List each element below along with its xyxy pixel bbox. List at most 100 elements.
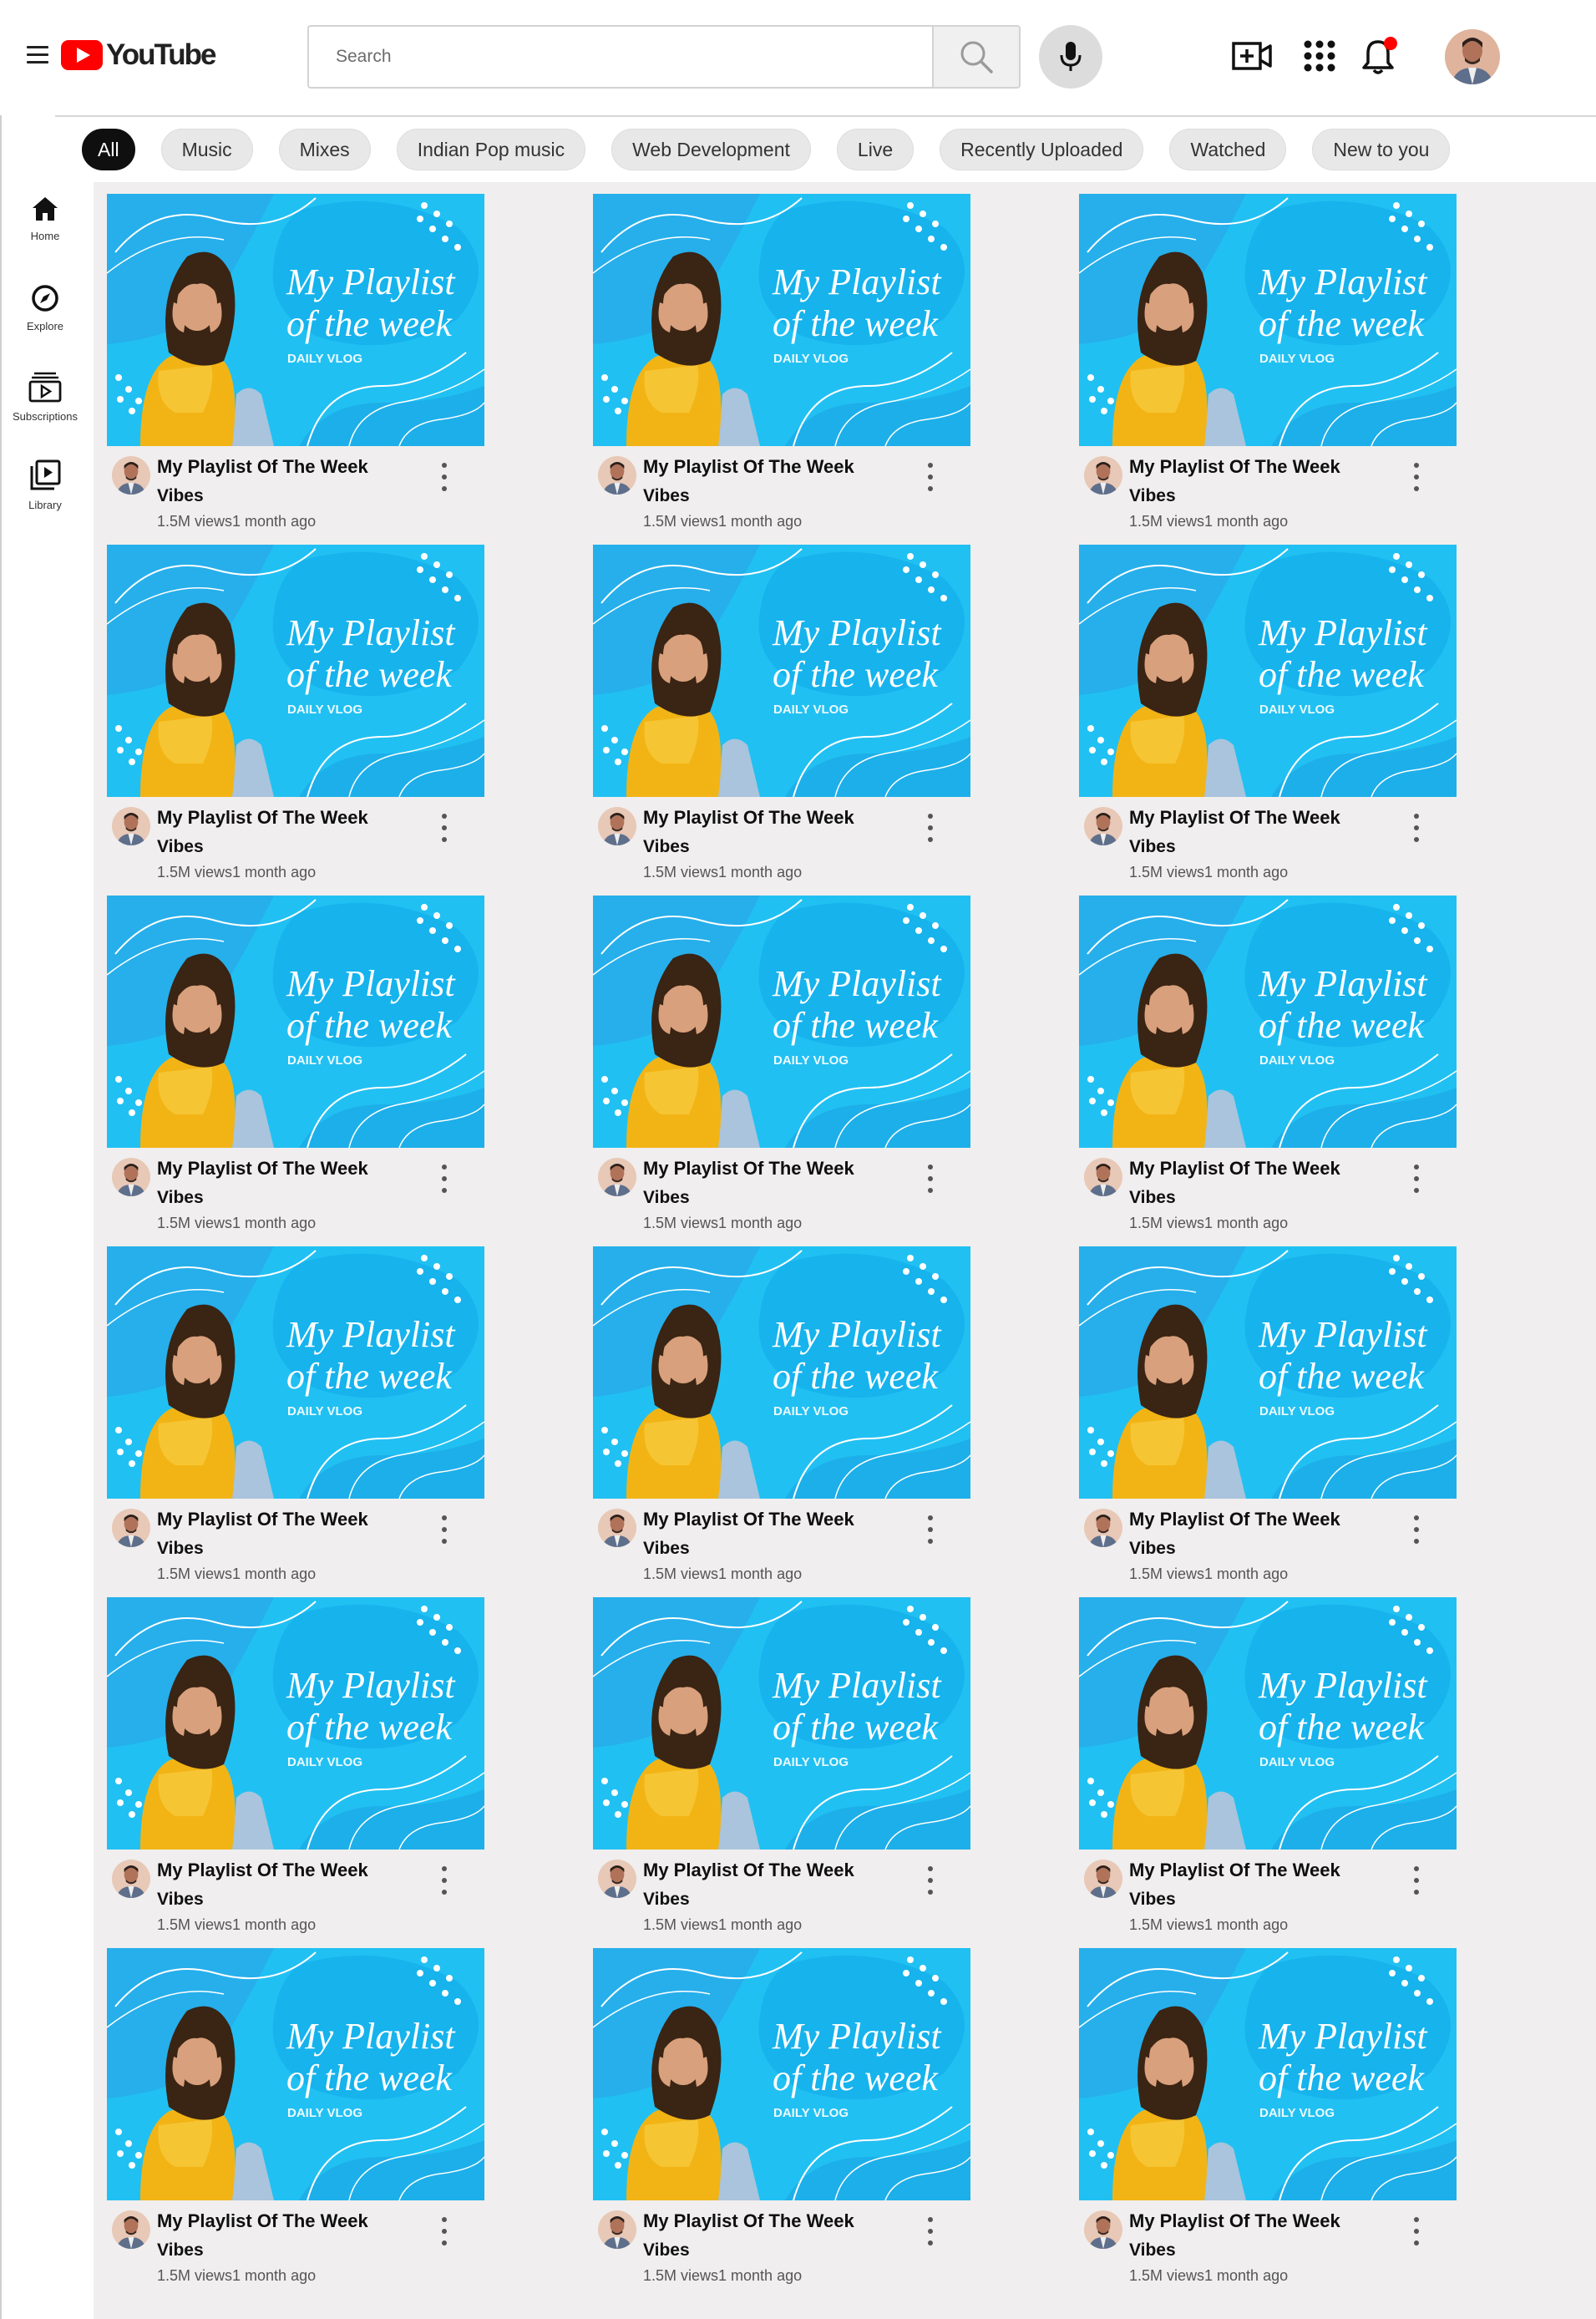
- video-card[interactable]: My Playlist of the week DAILY VLOG My Pl…: [1066, 533, 1457, 884]
- chip-watched[interactable]: Watched: [1169, 129, 1287, 170]
- sidebar-item-home[interactable]: Home: [2, 195, 89, 242]
- video-thumbnail[interactable]: My Playlist of the week DAILY VLOG: [593, 545, 970, 797]
- more-actions-icon[interactable]: [922, 814, 939, 842]
- video-card[interactable]: My Playlist of the week DAILY VLOG My Pl…: [94, 884, 484, 1235]
- video-title[interactable]: My Playlist Of The Week: [1129, 1158, 1340, 1180]
- video-title[interactable]: My Playlist Of The Week: [643, 1158, 854, 1180]
- video-title[interactable]: My Playlist Of The Week: [157, 456, 368, 478]
- channel-avatar[interactable]: [598, 456, 636, 495]
- channel-avatar[interactable]: [112, 2210, 150, 2249]
- video-thumbnail[interactable]: My Playlist of the week DAILY VLOG: [1079, 545, 1457, 797]
- video-title[interactable]: My Playlist Of The Week: [1129, 807, 1340, 829]
- notifications-button[interactable]: [1355, 33, 1401, 79]
- sidebar-item-library[interactable]: Library: [2, 459, 89, 511]
- video-title[interactable]: My Playlist Of The Week: [643, 1509, 854, 1530]
- video-card[interactable]: My Playlist of the week DAILY VLOG My Pl…: [580, 1235, 970, 1586]
- chip-all[interactable]: All: [82, 129, 135, 170]
- video-thumbnail[interactable]: My Playlist of the week DAILY VLOG: [1079, 1597, 1457, 1850]
- more-actions-icon[interactable]: [1408, 814, 1425, 842]
- more-actions-icon[interactable]: [436, 1866, 453, 1895]
- chip-new-to-you[interactable]: New to you: [1312, 129, 1451, 170]
- video-thumbnail[interactable]: My Playlist of the week DAILY VLOG: [107, 1948, 484, 2200]
- video-card[interactable]: My Playlist of the week DAILY VLOG My Pl…: [580, 533, 970, 884]
- video-card[interactable]: My Playlist of the week DAILY VLOG My Pl…: [1066, 1586, 1457, 1936]
- channel-avatar[interactable]: [598, 2210, 636, 2249]
- video-thumbnail[interactable]: My Playlist of the week DAILY VLOG: [593, 1948, 970, 2200]
- more-actions-icon[interactable]: [922, 463, 939, 491]
- more-actions-icon[interactable]: [436, 463, 453, 491]
- more-actions-icon[interactable]: [1408, 2217, 1425, 2245]
- video-card[interactable]: My Playlist of the week DAILY VLOG My Pl…: [580, 884, 970, 1235]
- video-card[interactable]: My Playlist of the week DAILY VLOG My Pl…: [94, 1235, 484, 1586]
- channel-avatar[interactable]: [1084, 1509, 1122, 1547]
- channel-name[interactable]: Vibes: [1129, 1539, 1176, 1559]
- channel-name[interactable]: Vibes: [643, 2240, 690, 2261]
- chip-recently-uploaded[interactable]: Recently Uploaded: [940, 129, 1144, 170]
- channel-avatar[interactable]: [112, 1158, 150, 1196]
- video-card[interactable]: My Playlist of the week DAILY VLOG My Pl…: [94, 182, 484, 533]
- channel-avatar[interactable]: [1084, 1158, 1122, 1196]
- video-title[interactable]: My Playlist Of The Week: [643, 807, 854, 829]
- search-button[interactable]: [932, 25, 1021, 89]
- video-card[interactable]: My Playlist of the week DAILY VLOG My Pl…: [1066, 1936, 1457, 2287]
- channel-name[interactable]: Vibes: [157, 1539, 204, 1559]
- apps-button[interactable]: [1297, 33, 1342, 79]
- chip-live[interactable]: Live: [836, 129, 915, 170]
- video-title[interactable]: My Playlist Of The Week: [157, 2210, 368, 2232]
- video-title[interactable]: My Playlist Of The Week: [157, 1860, 368, 1881]
- video-card[interactable]: My Playlist of the week DAILY VLOG My Pl…: [1066, 1235, 1457, 1586]
- more-actions-icon[interactable]: [922, 1866, 939, 1895]
- channel-avatar[interactable]: [598, 807, 636, 845]
- channel-avatar[interactable]: [112, 807, 150, 845]
- channel-name[interactable]: Vibes: [157, 486, 204, 506]
- channel-name[interactable]: Vibes: [643, 837, 690, 857]
- channel-name[interactable]: Vibes: [1129, 486, 1176, 506]
- video-thumbnail[interactable]: My Playlist of the week DAILY VLOG: [593, 1597, 970, 1850]
- video-card[interactable]: My Playlist of the week DAILY VLOG My Pl…: [1066, 884, 1457, 1235]
- sidebar-item-subscriptions[interactable]: Subscriptions: [2, 371, 89, 423]
- channel-avatar[interactable]: [1084, 2210, 1122, 2249]
- account-avatar[interactable]: [1445, 29, 1500, 84]
- hamburger-menu-icon[interactable]: [27, 46, 48, 64]
- video-card[interactable]: My Playlist of the week DAILY VLOG My Pl…: [94, 1936, 484, 2287]
- channel-avatar[interactable]: [598, 1509, 636, 1547]
- channel-name[interactable]: Vibes: [1129, 1188, 1176, 1208]
- search-input[interactable]: [334, 27, 922, 87]
- sidebar-item-explore[interactable]: Explore: [2, 284, 89, 332]
- more-actions-icon[interactable]: [436, 1515, 453, 1544]
- channel-avatar[interactable]: [1084, 807, 1122, 845]
- video-thumbnail[interactable]: My Playlist of the week DAILY VLOG: [593, 896, 970, 1148]
- channel-name[interactable]: Vibes: [157, 2240, 204, 2261]
- video-title[interactable]: My Playlist Of The Week: [157, 807, 368, 829]
- video-card[interactable]: My Playlist of the week DAILY VLOG My Pl…: [580, 1586, 970, 1936]
- chip-web-development[interactable]: Web Development: [611, 129, 811, 170]
- chip-music[interactable]: Music: [160, 129, 253, 170]
- video-card[interactable]: My Playlist of the week DAILY VLOG My Pl…: [1066, 182, 1457, 533]
- video-thumbnail[interactable]: My Playlist of the week DAILY VLOG: [1079, 1948, 1457, 2200]
- more-actions-icon[interactable]: [436, 1165, 453, 1193]
- video-thumbnail[interactable]: My Playlist of the week DAILY VLOG: [1079, 1246, 1457, 1499]
- more-actions-icon[interactable]: [436, 2217, 453, 2245]
- channel-name[interactable]: Vibes: [157, 1890, 204, 1910]
- channel-name[interactable]: Vibes: [643, 1890, 690, 1910]
- video-card[interactable]: My Playlist of the week DAILY VLOG My Pl…: [580, 1936, 970, 2287]
- channel-name[interactable]: Vibes: [1129, 2240, 1176, 2261]
- channel-name[interactable]: Vibes: [157, 837, 204, 857]
- video-thumbnail[interactable]: My Playlist of the week DAILY VLOG: [107, 194, 484, 446]
- video-thumbnail[interactable]: My Playlist of the week DAILY VLOG: [107, 1246, 484, 1499]
- channel-name[interactable]: Vibes: [1129, 1890, 1176, 1910]
- video-title[interactable]: My Playlist Of The Week: [1129, 2210, 1340, 2232]
- chip-mixes[interactable]: Mixes: [278, 129, 371, 170]
- video-title[interactable]: My Playlist Of The Week: [1129, 1860, 1340, 1881]
- channel-avatar[interactable]: [112, 1860, 150, 1898]
- video-title[interactable]: My Playlist Of The Week: [157, 1509, 368, 1530]
- channel-avatar[interactable]: [112, 456, 150, 495]
- video-thumbnail[interactable]: My Playlist of the week DAILY VLOG: [1079, 896, 1457, 1148]
- video-title[interactable]: My Playlist Of The Week: [1129, 456, 1340, 478]
- video-thumbnail[interactable]: My Playlist of the week DAILY VLOG: [1079, 194, 1457, 446]
- video-card[interactable]: My Playlist of the week DAILY VLOG My Pl…: [94, 1586, 484, 1936]
- video-title[interactable]: My Playlist Of The Week: [643, 1860, 854, 1881]
- channel-name[interactable]: Vibes: [643, 486, 690, 506]
- create-video-button[interactable]: [1229, 33, 1274, 79]
- more-actions-icon[interactable]: [1408, 1866, 1425, 1895]
